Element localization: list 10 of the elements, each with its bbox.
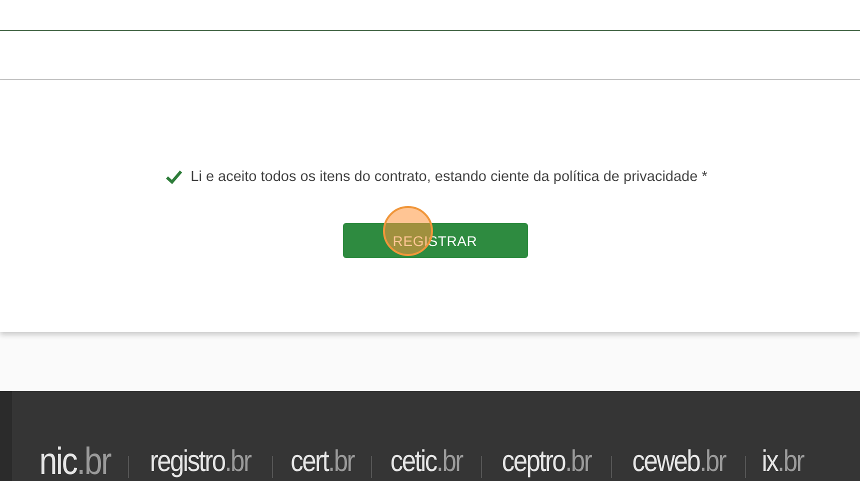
site-logo-link[interactable]: registro.br	[140, 447, 261, 477]
site-logo-link[interactable]: cert.br	[280, 447, 364, 477]
checkbox[interactable]	[164, 169, 183, 186]
site-logo-link[interactable]: ceptro.br	[491, 447, 601, 477]
site-logo-link[interactable]: ceweb.br	[622, 447, 736, 477]
site-logo-link[interactable]: nic.br	[39, 443, 121, 481]
site-logo-link[interactable]: ix.br	[752, 447, 814, 477]
checkmark-icon	[164, 169, 183, 186]
agreement-label: Li e aceito todos os itens do contrato, estando ciente da política de privacidade *	[190, 169, 708, 186]
site-logo-link[interactable]: cetic.br	[380, 447, 473, 477]
